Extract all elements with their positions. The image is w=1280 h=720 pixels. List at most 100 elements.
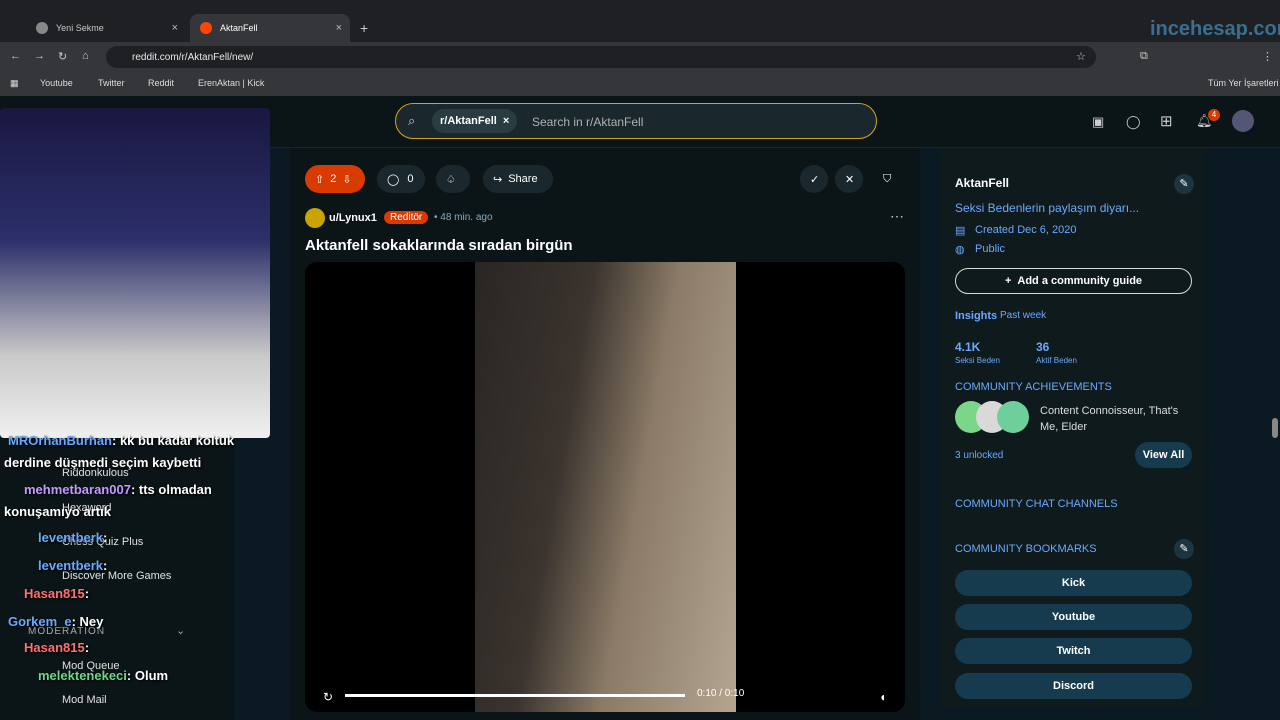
user-avatar[interactable] — [305, 208, 325, 228]
approve-button[interactable]: ✓ — [800, 165, 828, 193]
downvote-icon[interactable]: ⇩ — [342, 173, 351, 186]
view-all-button[interactable]: View All — [1135, 442, 1192, 468]
add-guide-button[interactable]: + Add a community guide — [955, 268, 1192, 294]
all-bookmarks[interactable]: Tüm Yer İşaretleri — [1208, 78, 1279, 88]
tab-label: AktanFell — [220, 23, 258, 33]
bookmarks-heading: COMMUNITY BOOKMARKS — [955, 543, 1097, 555]
post-time: • 48 min. ago — [434, 212, 493, 223]
create-icon[interactable]: ⊞ — [1160, 112, 1173, 130]
menu-icon[interactable]: ⋮ — [1262, 50, 1273, 63]
insights-range[interactable]: Past week — [1000, 310, 1046, 321]
chat-user: leventberk — [38, 530, 104, 545]
chat-line: konuşamıyo artık — [4, 504, 111, 519]
vote-control[interactable]: ⇧ 2 ⇩ — [305, 165, 365, 193]
address-bar: ← → ↻ ⌂ reddit.com/r/AktanFell/new/ ☆ ⧉ … — [0, 42, 1280, 72]
comment-count: 0 — [407, 173, 414, 185]
ad-icon[interactable]: ▣ — [1092, 114, 1104, 130]
chat-msg: : Olum — [126, 668, 169, 683]
post-title[interactable]: Aktanfell sokaklarında sıradan birgün — [305, 237, 573, 254]
chat-msg: konuşamıyo artık — [4, 504, 111, 519]
bookmark-label: Discord — [1053, 680, 1094, 692]
url-text: reddit.com/r/AktanFell/new/ — [132, 51, 254, 63]
achievement-badges — [955, 401, 1029, 433]
video-time: 0:10 / 0:10 — [697, 688, 745, 699]
bookmark-youtube[interactable]: Youtube — [955, 604, 1192, 630]
bookmark-discord[interactable]: Discord — [955, 673, 1192, 699]
globe-icon — [36, 22, 48, 34]
mod-shield-button[interactable]: ⛉ — [873, 165, 901, 193]
post-author[interactable]: u/Lynux1 — [329, 212, 377, 224]
check-icon: ✓ — [810, 173, 820, 186]
volume-icon[interactable]: ◖ — [879, 690, 886, 704]
chat-line: melektenekeci: Olum — [38, 668, 168, 683]
chat-msg: : — [84, 586, 90, 601]
chat-user: Hasan815 — [24, 586, 85, 601]
replay-icon[interactable]: ↻ — [323, 690, 333, 704]
view-all-label: View All — [1142, 449, 1185, 461]
video-frame — [475, 262, 736, 712]
chat-line: Gorkem_e: Ney — [8, 614, 103, 629]
chip-label: r/AktanFell — [440, 115, 497, 127]
back-icon[interactable]: ← — [10, 50, 21, 62]
badge-icon — [997, 401, 1029, 433]
reddit-icon — [200, 22, 212, 34]
created-date: Created Dec 6, 2020 — [975, 224, 1077, 236]
chat-msg: : Ney — [71, 614, 104, 629]
insights-label: Insights — [955, 310, 998, 322]
extensions-icon[interactable]: ⧉ — [1140, 50, 1148, 63]
search-placeholder: Search in r/AktanFell — [532, 115, 644, 129]
award-button[interactable]: ♤ — [436, 165, 470, 193]
close-icon[interactable]: × — [172, 22, 178, 34]
comments-button[interactable]: ◯ 0 — [377, 165, 425, 193]
remove-button[interactable]: ✕ — [835, 165, 863, 193]
close-icon[interactable]: × — [503, 115, 509, 127]
bookmark-kick[interactable]: Kick — [955, 570, 1192, 596]
edit-icon[interactable]: ✎ — [1174, 539, 1194, 559]
video-progress[interactable] — [345, 694, 685, 697]
avatar[interactable] — [1232, 110, 1254, 132]
comment-icon: ◯ — [387, 173, 400, 186]
chat-user: melektenekeci — [38, 668, 127, 683]
bookmark-kick[interactable]: ErenAktan | Kick — [198, 78, 264, 88]
bookmark-reddit[interactable]: Reddit — [148, 78, 174, 88]
home-icon[interactable]: ⌂ — [82, 50, 89, 62]
close-icon[interactable]: × — [336, 22, 342, 34]
bookmark-youtube[interactable]: Youtube — [40, 78, 73, 88]
tab-new-tab[interactable]: Yeni Sekme × — [26, 14, 186, 42]
chat-icon[interactable]: ◯ — [1126, 114, 1141, 130]
new-tab-button[interactable]: + — [360, 20, 368, 36]
bookmark-twitch[interactable]: Twitch — [955, 638, 1192, 664]
cake-icon: ▤ — [955, 225, 966, 237]
tab-aktanfell[interactable]: AktanFell × — [190, 14, 350, 42]
chat-msg: : tts olmadan — [130, 482, 212, 497]
search-bar[interactable]: ⌕ r/AktanFell × Search in r/AktanFell — [395, 103, 877, 139]
chat-line: leventberk: — [38, 558, 107, 573]
chat-msg: : — [84, 640, 90, 655]
bookmark-label: Kick — [1061, 577, 1086, 589]
chat-msg: derdine düşmedi seçim kaybetti — [4, 455, 202, 470]
bookmark-label: Youtube — [1051, 611, 1096, 623]
upvote-icon[interactable]: ⇧ — [315, 173, 324, 186]
community-name: AktanFell — [955, 176, 1010, 190]
subreddit-chip[interactable]: r/AktanFell × — [432, 109, 518, 133]
edit-icon[interactable]: ✎ — [1174, 174, 1194, 194]
scrollbar-thumb[interactable] — [1272, 418, 1278, 438]
star-icon[interactable]: ☆ — [1076, 50, 1086, 63]
more-icon[interactable]: ⋯ — [890, 208, 904, 225]
notification-badge: 4 — [1208, 109, 1220, 121]
reload-icon[interactable]: ↻ — [58, 50, 67, 63]
apps-icon[interactable]: ▦ — [10, 78, 19, 89]
forward-icon[interactable]: → — [34, 50, 45, 62]
url-field[interactable]: reddit.com/r/AktanFell/new/ — [106, 46, 1096, 68]
chat-user: Gorkem_e — [8, 614, 72, 629]
share-icon: ↪ — [493, 173, 503, 186]
chat-user: mehmetbaran007 — [24, 482, 131, 497]
stream-chat: MROrhanBurhan: kk bu kadar koltuk derdin… — [0, 430, 270, 720]
video-player[interactable]: 0:10 / 0:10 ↻ ◖ — [305, 262, 905, 712]
share-button[interactable]: ↪ Share — [483, 165, 553, 193]
stat-value: 4.1K — [955, 340, 981, 354]
watermark: incehesap.com — [1150, 18, 1280, 40]
bookmark-twitter[interactable]: Twitter — [98, 78, 125, 88]
guide-label: Add a community guide — [1017, 275, 1143, 287]
chat-line: leventberk: — [38, 530, 107, 545]
